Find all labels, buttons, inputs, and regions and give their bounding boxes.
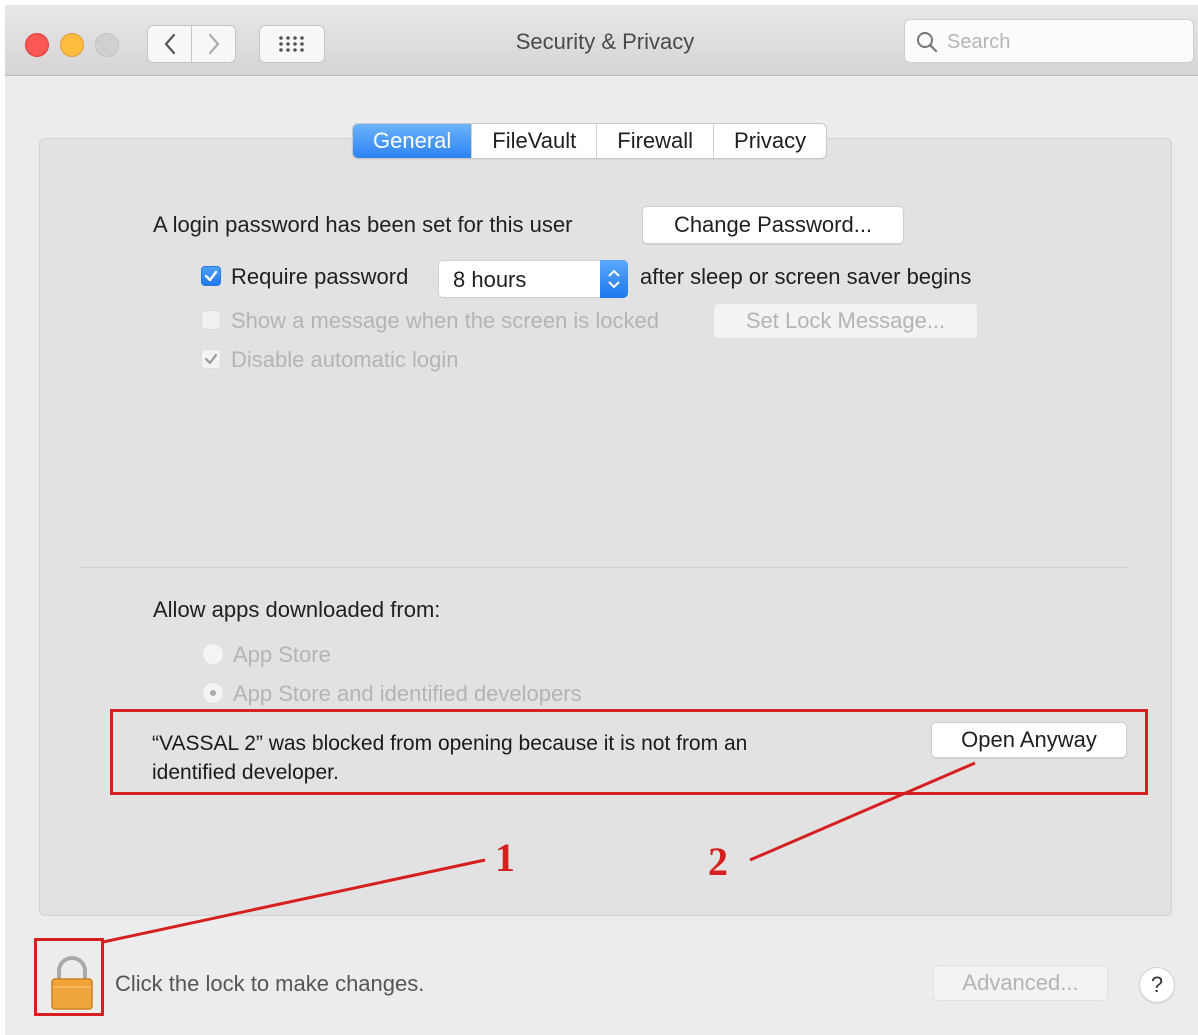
annotation-arrow-2 xyxy=(749,761,976,862)
annotation-arrow-1 xyxy=(102,858,486,944)
annotation-arrows xyxy=(102,761,976,944)
annotation-step-1: 1 xyxy=(495,835,515,880)
annotation-step-2: 2 xyxy=(708,839,728,884)
